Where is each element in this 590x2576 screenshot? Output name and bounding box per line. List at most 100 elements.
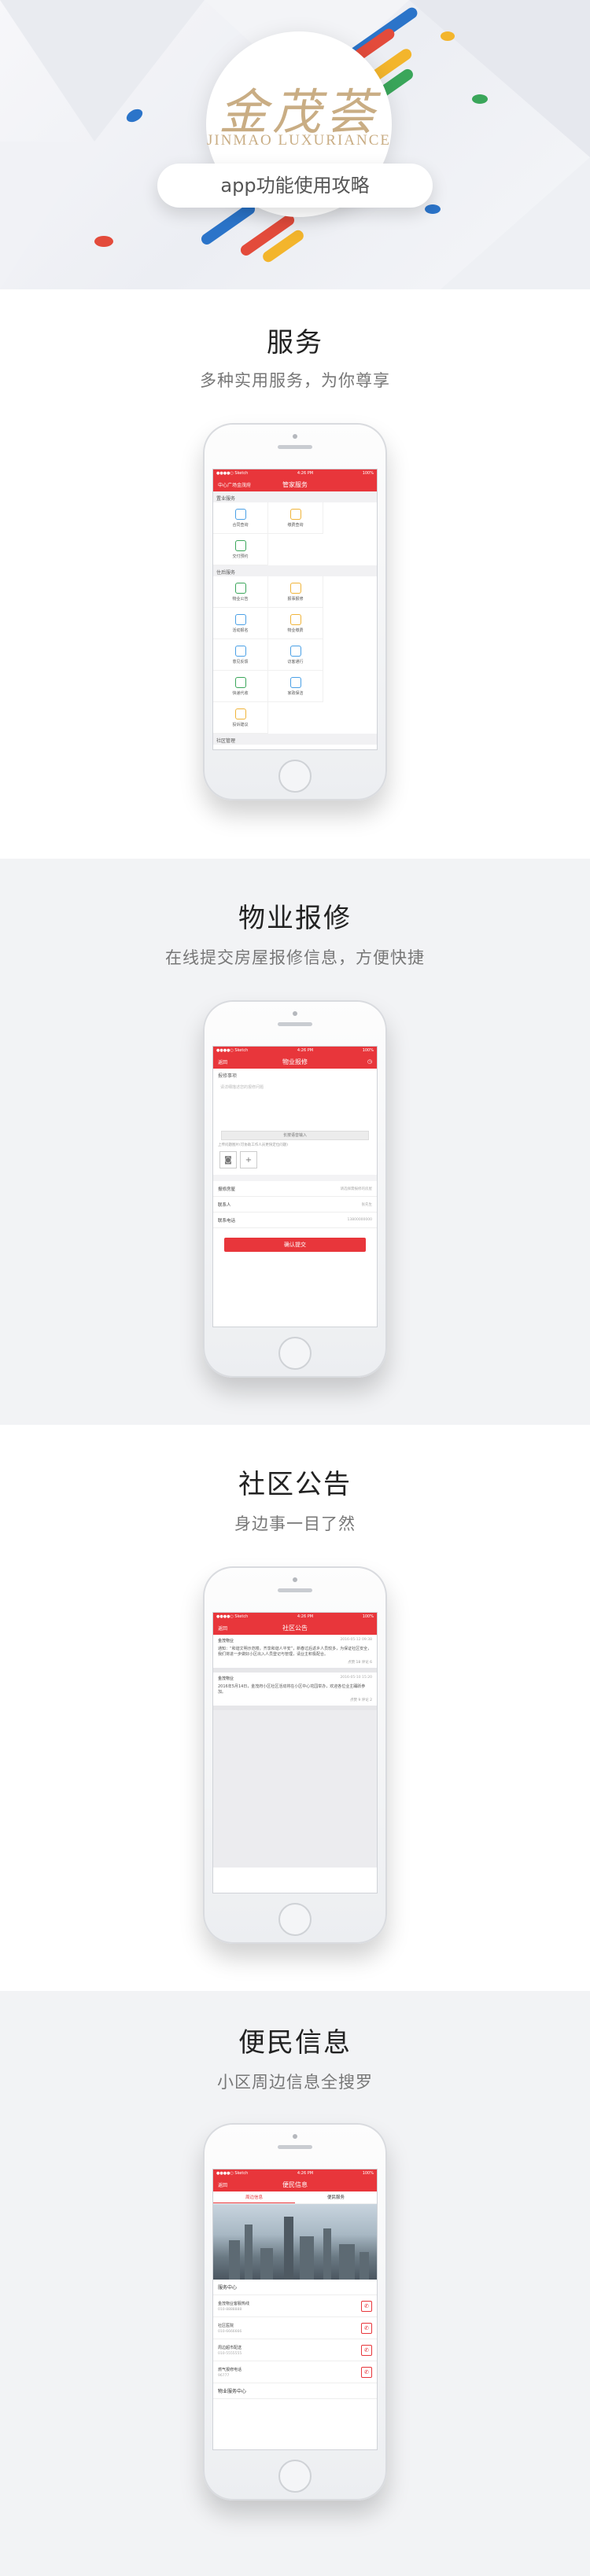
service-item[interactable]: 意见反馈 (213, 639, 268, 671)
row-phone: 96777 (218, 2373, 230, 2378)
community-selector[interactable]: 中心广场金茂府 (218, 481, 251, 488)
service-label: 报事报修 (287, 596, 304, 602)
service-label: 物业缴费 (287, 627, 304, 633)
form-row[interactable]: 联系人 张先生 (213, 1197, 377, 1213)
building (245, 2225, 253, 2280)
add-photo-icon[interactable]: + (240, 1151, 257, 1168)
row-label: 联系电话 (218, 1218, 236, 1224)
home-button (278, 1337, 312, 1370)
speaker (278, 2145, 312, 2149)
repair-icon (289, 582, 301, 594)
carrier: ●●●●○ Sketch (216, 1048, 249, 1053)
decor-dot (425, 204, 441, 214)
nav-bar: 返回 便民信息 (213, 2177, 377, 2191)
carrier: ●●●●○ Sketch (216, 1614, 249, 1619)
service-label: 投诉建议 (232, 722, 249, 727)
phone-screen-services: ●●●●○ Sketch 4:26 PM 100% 中心广场金茂府 管家服务 置… (212, 469, 378, 750)
notice-date: 2016-05-10 15:20 (340, 1676, 372, 1680)
notice-card[interactable]: 金茂物业 2016-05-12 09:38 通知：“和谐文明示范楼，齐享和谐人平安… (213, 1635, 377, 1673)
service-item[interactable]: 交付预约 (213, 534, 268, 565)
fee-icon (289, 613, 301, 625)
phone-icon[interactable]: ✆ (361, 2366, 372, 2378)
service-item[interactable]: 活动报名 (213, 608, 268, 639)
service-item[interactable]: 物业缴费 (268, 608, 323, 639)
row-value: 张先生 (361, 1202, 373, 1207)
tab-nearby[interactable]: 周边信息 (213, 2191, 295, 2203)
status-time: 4:26 PM (297, 1048, 314, 1053)
phone-icon[interactable]: ✆ (361, 2344, 372, 2356)
building (284, 2217, 293, 2280)
activity-icon (234, 613, 246, 625)
submit-button[interactable]: 确认提交 (224, 1238, 366, 1252)
row-title: 燃气报修电话 (218, 2367, 242, 2372)
service-item[interactable]: 快递代收 (213, 671, 268, 702)
nav-bar: 返回 物业报修 ◷ (213, 1054, 377, 1069)
service-label: 访客通行 (287, 659, 304, 664)
section-title: 物业报修 (238, 903, 352, 934)
section-subtitle: 小区周边信息全搜罗 (217, 2073, 373, 2092)
row-phone: 010-6666666 (218, 2329, 242, 2334)
tab-services[interactable]: 便民服务 (295, 2191, 377, 2203)
status-bar: ●●●●○ Sketch 4:26 PM 100% (213, 1613, 377, 1621)
row-label: 报修房屋 (218, 1187, 236, 1192)
payment-icon (289, 508, 301, 520)
home-button (278, 1903, 312, 1936)
service-label: 缴费查询 (287, 522, 304, 528)
service-item[interactable]: 合同查询 (213, 502, 268, 534)
form-row[interactable]: 联系电话 13800000000 (213, 1213, 377, 1228)
cleaning-icon (289, 676, 301, 688)
back-button[interactable]: 返回 (218, 2181, 227, 2188)
brand-name-en: JINMAO LUXURIANCE (206, 132, 392, 149)
service-item[interactable]: 投诉建议 (213, 702, 268, 734)
home-button (278, 760, 312, 793)
phone-mockup: ●●●●○ Sketch 4:26 PM 100% 返回 物业报修 ◷ 报修事项… (203, 1000, 387, 1378)
form-row[interactable]: 报修房屋 请选择需报修的房屋 (213, 1181, 377, 1197)
row-value: 请选择需报修的房屋 (340, 1187, 373, 1191)
city-banner-image (213, 2204, 377, 2280)
section-info: 便民信息 小区周边信息全搜罗 ●●●●○ Sketch 4:26 PM 100%… (0, 1991, 590, 2576)
service-label: 意见反馈 (232, 659, 249, 664)
phone-screen-info: ●●●●○ Sketch 4:26 PM 100% 返回 便民信息 周边信息 便… (212, 2169, 378, 2450)
feedback-icon (234, 645, 246, 657)
back-button[interactable]: 返回 (218, 1058, 227, 1065)
nav-title: 社区公告 (282, 1624, 308, 1632)
camera (293, 1011, 297, 1016)
section-notice: 社区公告 身边事一目了然 ●●●●○ Sketch 4:26 PM 100% 返… (0, 1425, 590, 1991)
info-row[interactable]: 周边超市配送 010-5555555 ✆ (213, 2339, 377, 2361)
nav-bar: 返回 社区公告 (213, 1621, 377, 1635)
back-button[interactable]: 返回 (218, 1625, 227, 1632)
visitor-icon (289, 645, 301, 657)
notice-body: 2016年5月14日，金茂府小区社区活动将在小区中心花园举办，欢迎各位业主踊跃参… (218, 1684, 366, 1695)
service-item[interactable]: 缴费查询 (268, 502, 323, 534)
decor-dot (441, 31, 455, 41)
notice-body: 通知：“和谐文明示范楼，齐享和谐人平安”，新春过后返乡人员较多，为保证社区安全，… (218, 1647, 372, 1657)
history-icon[interactable]: ◷ (367, 1058, 372, 1065)
repair-description-input[interactable]: 请详细描述您的报修问题 (218, 1082, 372, 1131)
building (339, 2244, 355, 2280)
info-row[interactable]: 燃气报修电话 96777 ✆ (213, 2361, 377, 2383)
section-subtitle: 身边事一目了然 (234, 1514, 356, 1533)
service-item[interactable]: 物业公告 (213, 576, 268, 608)
service-item[interactable]: 家政保洁 (268, 671, 323, 702)
speaker (278, 1588, 312, 1592)
row-value: 13800000000 (347, 1218, 373, 1222)
service-item[interactable]: 访客通行 (268, 639, 323, 671)
section-title: 社区公告 (238, 1469, 352, 1500)
info-row[interactable]: 金茂物业客服热线 010-8888888 ✆ (213, 2295, 377, 2317)
service-item[interactable]: 报事报修 (268, 576, 323, 608)
row-title: 周边超市配送 (218, 2345, 242, 2350)
camera-icon[interactable]: ◙ (219, 1151, 237, 1168)
nav-bar: 中心广场金茂府 管家服务 (213, 477, 377, 491)
phone-icon[interactable]: ✆ (361, 2300, 372, 2312)
divider (213, 1175, 377, 1181)
hero-banner: 金茂荟 JINMAO LUXURIANCE app功能使用攻略 (0, 0, 590, 289)
carrier: ●●●●○ Sketch (216, 2171, 249, 2176)
service-grid: 合同查询 缴费查询 交付预约 (213, 502, 377, 565)
group-header: 置业服务 (213, 491, 377, 502)
battery: 100% (362, 1614, 374, 1619)
info-row[interactable]: 社区医院 010-6666666 ✆ (213, 2317, 377, 2339)
phone-icon[interactable]: ✆ (361, 2322, 372, 2334)
notice-card[interactable]: 金茂物业 2016-05-10 15:20 2016年5月14日，金茂府小区社区活… (213, 1673, 377, 1710)
photo-upload-row: ◙ + (213, 1150, 377, 1170)
voice-input-button[interactable]: 长按语音输入 (221, 1131, 369, 1140)
